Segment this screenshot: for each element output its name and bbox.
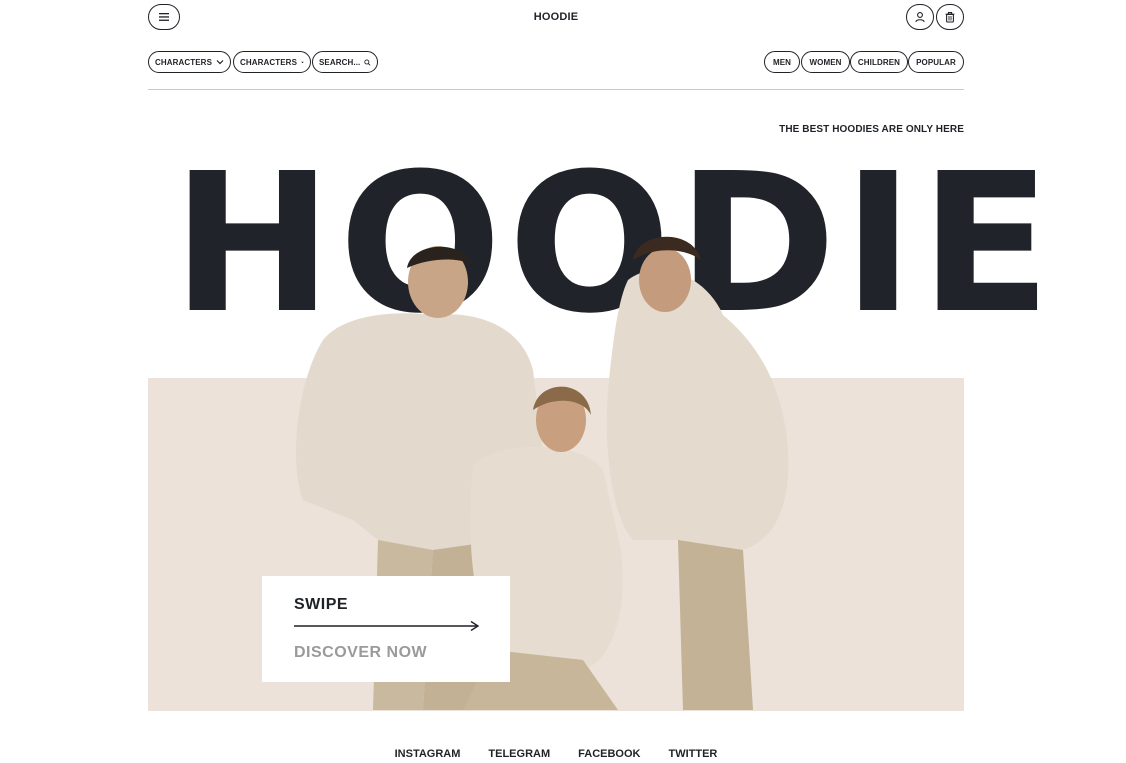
site-logo[interactable]: HOODIE (148, 11, 964, 23)
arrow-right-icon (294, 620, 480, 632)
page-container: HOODIE CHARACTERS CHARACTERS SEARCH... M… (148, 0, 1051, 763)
characters-dropdown-label: CHARACTERS (240, 57, 297, 67)
characters-dropdown-1[interactable]: CHARACTERS (148, 51, 231, 73)
search-icon (364, 59, 371, 66)
category-women[interactable]: WOMEN (801, 51, 850, 73)
characters-dropdown-label: CHARACTERS (155, 57, 212, 67)
search-input[interactable]: SEARCH... (312, 51, 378, 73)
user-icon (915, 12, 925, 23)
trash-bag-icon (945, 12, 955, 23)
search-placeholder: SEARCH... (319, 57, 361, 67)
telegram-link[interactable]: TELEGRAM (488, 748, 550, 760)
category-children[interactable]: CHILDREN (850, 51, 908, 73)
header-divider (148, 89, 964, 90)
facebook-link[interactable]: FACEBOOK (578, 748, 640, 760)
instagram-link[interactable]: INSTAGRAM (395, 748, 461, 760)
swipe-label: SWIPE (294, 596, 349, 613)
category-men[interactable]: MEN (764, 51, 800, 73)
caret-down-icon (301, 61, 304, 63)
category-popular[interactable]: POPULAR (908, 51, 964, 73)
social-links: INSTAGRAM TELEGRAM FACEBOOK TWITTER (148, 748, 964, 760)
account-button[interactable] (906, 4, 934, 30)
cart-button[interactable] (936, 4, 964, 30)
discover-now-link[interactable]: DISCOVER NOW (294, 644, 427, 662)
swipe-cta-card[interactable]: SWIPE DISCOVER NOW (262, 576, 510, 682)
twitter-link[interactable]: TWITTER (668, 748, 717, 760)
characters-dropdown-2[interactable]: CHARACTERS (233, 51, 311, 73)
chevron-down-icon (216, 60, 224, 65)
